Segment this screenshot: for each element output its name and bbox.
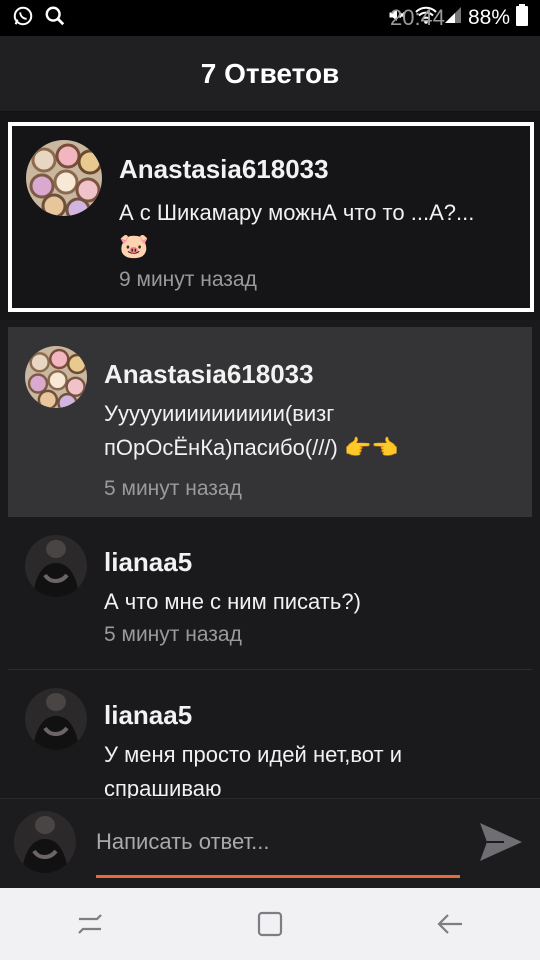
signal-icon (444, 6, 462, 30)
avatar[interactable] (25, 688, 87, 750)
battery-icon (516, 4, 528, 32)
comment-time: 9 минут назад (119, 268, 257, 291)
input-underline (96, 875, 460, 878)
status-bar: 88% 20:44 (0, 0, 540, 36)
reply-text-line1: Уууууииииииииии(визг (104, 401, 335, 426)
comment-text: А с Шикамару можнА что то ...А?... (119, 200, 475, 225)
reply-time: 5 минут назад (104, 623, 242, 646)
comment-username[interactable]: Anastasia618033 (119, 154, 329, 185)
reply-input[interactable]: Написать ответ... (96, 829, 458, 869)
replies-list[interactable]: Anastasia618033 Уууууииииииииии(визг пОр… (0, 320, 540, 798)
pig-emoji: 🐷 (119, 233, 149, 260)
avatar[interactable] (25, 346, 87, 408)
avatar[interactable] (14, 811, 76, 873)
list-item[interactable]: Anastasia618033 Уууууииииииииии(визг пОр… (8, 327, 532, 517)
reply-text-line1: У меня просто идей нет,вот и (104, 742, 403, 767)
list-item[interactable]: lianaa5 У меня просто идей нет,вот и спр… (8, 670, 532, 798)
clock: 20:44 (389, 5, 446, 30)
avatar[interactable] (26, 140, 102, 216)
system-nav-bar (0, 888, 540, 960)
reply-time: 5 минут назад (104, 477, 242, 500)
avatar[interactable] (25, 535, 87, 597)
parent-comment-section: Anastasia618033 А с Шикамару можнА что т… (0, 112, 540, 320)
home-icon[interactable] (240, 894, 300, 954)
reply-username[interactable]: lianaa5 (104, 700, 192, 731)
search-icon (44, 5, 66, 32)
app-header: 7 Ответов (0, 36, 540, 112)
list-item[interactable]: lianaa5 А что мне с ним писать?) 5 минут… (8, 517, 532, 669)
reply-text-line2: спрашиваю (104, 776, 222, 798)
reply-text-line2: пОрОсЁнКа)пасибо(///) 👉👈 (104, 435, 399, 460)
page-title: 7 Ответов (200, 57, 340, 89)
whatsapp-icon (12, 5, 34, 32)
battery-percent: 88% (467, 6, 510, 29)
recent-apps-icon[interactable] (60, 894, 120, 954)
reply-text-line1: А что мне с ним писать?) (104, 589, 361, 614)
send-icon[interactable] (478, 821, 526, 865)
reply-username[interactable]: Anastasia618033 (104, 359, 314, 390)
back-icon[interactable] (420, 894, 480, 954)
reply-composer: Написать ответ... (0, 798, 540, 888)
reply-username[interactable]: lianaa5 (104, 547, 192, 578)
parent-comment-card: Anastasia618033 А с Шикамару можнА что т… (8, 122, 534, 312)
